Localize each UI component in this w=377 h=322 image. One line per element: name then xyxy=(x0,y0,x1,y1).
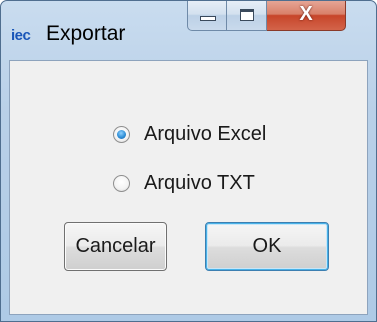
maximize-icon xyxy=(240,9,254,21)
minimize-button[interactable] xyxy=(187,1,227,31)
app-icon: iec xyxy=(11,27,31,44)
title-bar[interactable]: iec Exportar X xyxy=(1,1,376,61)
radio-label-txt[interactable]: Arquivo TXT xyxy=(144,172,255,195)
close-icon: X xyxy=(299,3,313,25)
dialog-content: Arquivo Excel Arquivo TXT Cancelar OK xyxy=(9,60,368,315)
cancel-button[interactable]: Cancelar xyxy=(64,222,167,271)
radio-label-excel[interactable]: Arquivo Excel xyxy=(144,123,266,146)
radio-option-txt[interactable]: Arquivo TXT xyxy=(113,172,255,195)
ok-button[interactable]: OK xyxy=(205,222,329,271)
close-button[interactable]: X xyxy=(267,1,346,31)
maximize-button[interactable] xyxy=(227,1,267,31)
radio-option-excel[interactable]: Arquivo Excel xyxy=(113,123,266,146)
minimize-icon xyxy=(200,16,216,21)
radio-button-excel[interactable] xyxy=(113,126,130,143)
caption-buttons: X xyxy=(187,1,346,33)
radio-button-txt[interactable] xyxy=(113,175,130,192)
window-title: Exportar xyxy=(46,22,126,45)
export-dialog-window: iec Exportar X Arquivo Excel Arquivo TXT… xyxy=(0,0,377,322)
